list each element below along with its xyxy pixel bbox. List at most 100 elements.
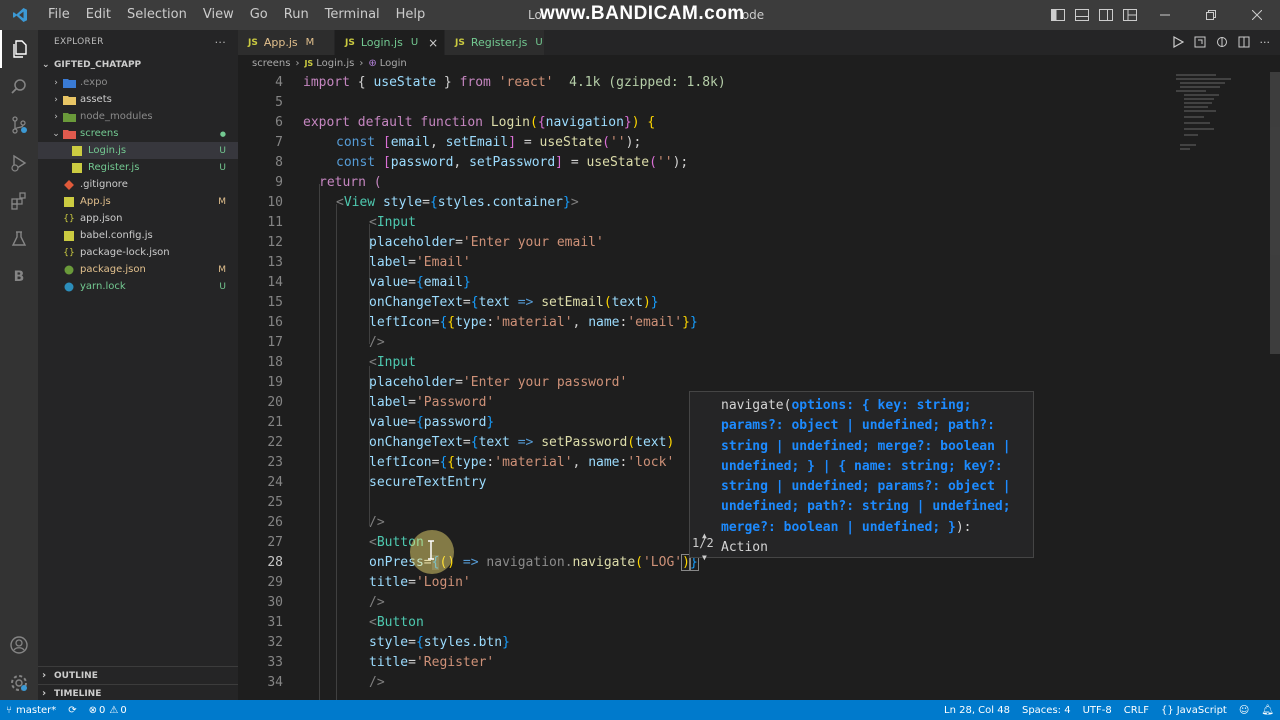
tree-folder-node-modules[interactable]: › node_modules (38, 108, 238, 125)
tab-register-js[interactable]: JS Register.js U (445, 30, 545, 55)
breadcrumb-symbol[interactable]: Login (380, 58, 407, 69)
outline-section[interactable]: › OUTLINE (38, 666, 238, 684)
run-icon[interactable] (1172, 33, 1184, 52)
explorer-header: EXPLORER ··· (38, 30, 238, 54)
line-number: 26 (267, 514, 283, 530)
toggle-panel-icon[interactable] (1070, 0, 1094, 30)
sync-icon[interactable]: ⟳ (62, 700, 82, 720)
line-number: 34 (267, 674, 283, 690)
code-text: placeholder='Enter your email' (369, 234, 604, 250)
breadcrumb-file[interactable]: Login.js (316, 58, 354, 69)
branch-indicator[interactable]: ⑂ master* (0, 700, 62, 720)
language-label: JavaScript (1176, 704, 1227, 716)
tab-app-js[interactable]: JS App.js M (238, 30, 335, 55)
folder-icon (62, 94, 76, 106)
open-changes-icon[interactable] (1194, 33, 1206, 52)
signature-line: undefined; } | { name: string; key?: (721, 458, 1003, 474)
notifications-bell-icon[interactable]: 🔔︎ (1255, 700, 1280, 720)
tree-item-label: screens (80, 128, 119, 139)
minimap[interactable] (1176, 72, 1266, 700)
split-editor-icon[interactable] (1238, 33, 1250, 52)
code-text: value={email} (369, 274, 471, 290)
code-text: title='Login' (369, 574, 471, 590)
tree-file-app-json[interactable]: {} app.json (38, 210, 238, 227)
minimize-icon[interactable] (1142, 0, 1188, 30)
breadcrumb-folder[interactable]: screens (252, 58, 290, 69)
signature-line: string | undefined; merge?: boolean | (721, 438, 1011, 454)
source-control-icon[interactable] (0, 106, 38, 144)
signature-line: string | undefined; params?: object | (721, 479, 1011, 495)
menu-selection[interactable]: Selection (119, 0, 195, 30)
tree-folder-expo[interactable]: › .expo (38, 74, 238, 91)
cursor-position[interactable]: Ln 28, Col 48 (938, 700, 1016, 720)
chevron-down-icon[interactable]: ▼ (702, 548, 707, 568)
signature-line: merge?: boolean | undefined; }): (721, 519, 972, 535)
explorer-icon[interactable] (0, 30, 38, 68)
compare-icon[interactable] (1216, 33, 1228, 52)
toggle-secondary-sidebar-icon[interactable] (1094, 0, 1118, 30)
menu-run[interactable]: Run (276, 0, 317, 30)
account-icon[interactable] (0, 626, 38, 664)
feedback-icon[interactable]: ☺ (1233, 700, 1255, 720)
close-tab-icon[interactable]: × (428, 36, 438, 50)
more-actions-icon[interactable]: ··· (1260, 36, 1271, 49)
tree-folder-screens[interactable]: ⌄ screens ● (38, 125, 238, 142)
code-editor[interactable]: 4 import { useState } from 'react' 4.1k … (238, 72, 1270, 700)
menu-help[interactable]: Help (388, 0, 434, 30)
testing-flask-icon[interactable] (0, 220, 38, 258)
settings-gear-icon[interactable] (0, 664, 38, 702)
tab-status: U (535, 37, 543, 48)
screens-folder-icon (62, 128, 76, 140)
tree-file-register[interactable]: Register.js U (38, 159, 238, 176)
tab-label: Login.js (360, 36, 403, 49)
search-icon[interactable] (0, 68, 38, 106)
tree-file-yarn-lock[interactable]: yarn.lock U (38, 278, 238, 295)
tree-folder-assets[interactable]: › assets (38, 91, 238, 108)
extensions-icon[interactable] (0, 182, 38, 220)
close-window-icon[interactable] (1234, 0, 1280, 30)
function-symbol-icon: ⊕ (368, 58, 377, 69)
explorer-sidebar: EXPLORER ··· ⌄ GIFTED_CHATAPP › .expo › … (38, 30, 238, 700)
tree-file-babel-config[interactable]: babel.config.js (38, 227, 238, 244)
code-text: secureTextEntry (369, 474, 487, 490)
git-status-badge: U (219, 281, 226, 292)
code-text: /> (369, 514, 385, 530)
editor-scrollbar[interactable] (1270, 72, 1280, 354)
toggle-sidebar-icon[interactable] (1046, 0, 1070, 30)
line-number: 14 (267, 274, 283, 290)
menu-file[interactable]: File (40, 0, 78, 30)
run-debug-icon[interactable] (0, 144, 38, 182)
indentation[interactable]: Spaces: 4 (1016, 700, 1077, 720)
js-file-icon: JS (248, 37, 258, 48)
tab-login-js[interactable]: JS Login.js U × (335, 30, 445, 55)
status-bar: ⑂ master* ⟳ ⊗ 0 ⚠ 0 Ln 28, Col 48 Spaces… (0, 700, 1280, 720)
b-extension-icon[interactable]: B (0, 258, 38, 296)
line-ending[interactable]: CRLF (1118, 700, 1155, 720)
problems-indicator[interactable]: ⊗ 0 ⚠ 0 (83, 700, 133, 720)
chevron-right-icon: › (54, 77, 58, 88)
code-line: 11 <Input (238, 212, 1270, 232)
menu-view[interactable]: View (195, 0, 242, 30)
menu-terminal[interactable]: Terminal (317, 0, 388, 30)
tree-file-login[interactable]: Login.js U (38, 142, 238, 159)
line-number: 8 (275, 154, 283, 170)
language-mode[interactable]: {} JavaScript (1155, 700, 1233, 720)
tree-file-app[interactable]: App.js M (38, 193, 238, 210)
code-text: onChangeText={text => setPassword(text) (369, 434, 675, 450)
workspace-root[interactable]: ⌄ GIFTED_CHATAPP (38, 56, 238, 74)
menu-edit[interactable]: Edit (78, 0, 119, 30)
signature-help-popup[interactable]: navigate(options: { key: string; params?… (689, 391, 1034, 562)
tree-file-package-lock[interactable]: {} package-lock.json (38, 244, 238, 261)
tree-file-gitignore[interactable]: .gitignore (38, 176, 238, 193)
tree-file-package-json[interactable]: package.json M (38, 261, 238, 278)
encoding[interactable]: UTF-8 (1077, 700, 1118, 720)
restore-icon[interactable] (1188, 0, 1234, 30)
line-number: 15 (267, 294, 283, 310)
signature-line: Action (721, 540, 768, 556)
code-line: 14 value={email} (238, 272, 1270, 292)
code-text: label='Password' (369, 394, 495, 410)
code-line: 32 style={styles.btn} (238, 632, 1270, 652)
customize-layout-icon[interactable] (1118, 0, 1142, 30)
menu-go[interactable]: Go (242, 0, 276, 30)
explorer-more-icon[interactable]: ··· (215, 36, 226, 49)
